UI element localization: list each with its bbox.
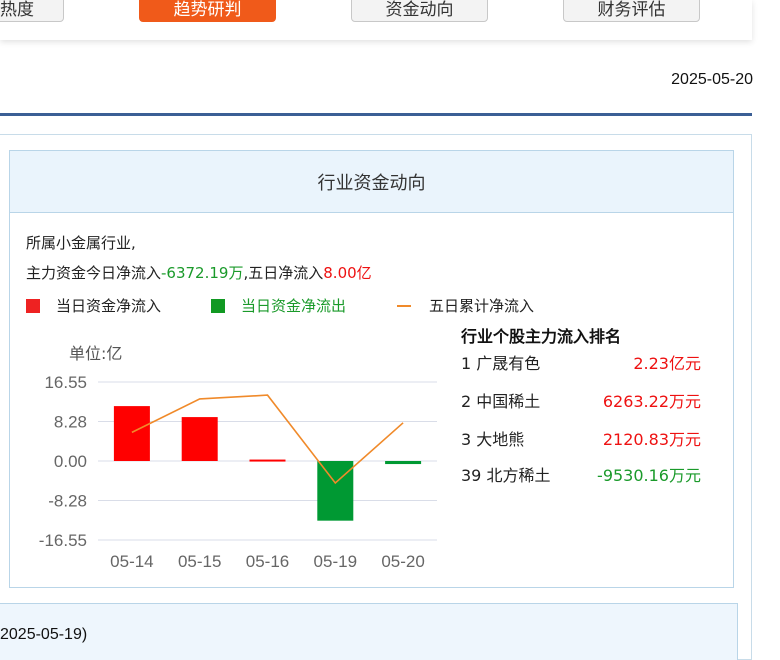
tab-heat[interactable]: 热度	[0, 0, 64, 22]
bar	[249, 459, 286, 462]
ranking-stock-value: 2120.83万元	[602, 430, 701, 449]
next-section-panel	[0, 603, 738, 660]
ranking-title: 行业个股主力流入排名	[461, 327, 622, 346]
ranking-row[interactable]: 3 大地熊 2120.83万元	[461, 426, 701, 450]
y-tick-label: 8.28	[54, 412, 87, 431]
legend-cumulative-label: 五日累计净流入	[429, 297, 535, 315]
ranking-row[interactable]: 1 广晟有色 2.23亿元	[461, 350, 701, 374]
next-section-date: 2025-05-19)	[0, 626, 88, 643]
today-net-flow: -6372.19	[161, 264, 229, 282]
ranking-stock-name: 39 北方稀土	[461, 466, 551, 485]
inflow-swatch	[26, 298, 40, 313]
x-tick-label: 05-19	[314, 552, 357, 571]
section-divider	[0, 113, 752, 116]
panel-title: 行业资金动向	[10, 151, 733, 213]
legend-outflow[interactable]: 当日资金净流出	[211, 295, 346, 316]
five-day-net-flow: 8.00	[323, 264, 357, 282]
tab-capital-flow[interactable]: 资金动向	[351, 0, 488, 22]
y-tick-label: -16.55	[39, 531, 87, 550]
y-tick-label: 0.00	[54, 452, 87, 471]
ranking-stock-value: -9530.16万元	[597, 466, 701, 485]
legend-outflow-label: 当日资金净流出	[241, 297, 347, 315]
x-tick-label: 05-15	[178, 552, 221, 571]
tab-financial-eval[interactable]: 财务评估	[563, 0, 700, 22]
ranking-stock-name: 3 大地熊	[461, 430, 525, 449]
bar	[385, 461, 422, 465]
ranking-stock-value: 2.23亿元	[633, 354, 701, 373]
bar	[317, 461, 354, 521]
y-tick-label: -8.28	[48, 492, 87, 511]
outflow-swatch	[211, 298, 225, 313]
legend-inflow[interactable]: 当日资金净流入	[26, 295, 161, 316]
x-tick-label: 05-14	[110, 552, 153, 571]
five-day-prefix: ,五日净流入	[243, 264, 324, 282]
legend-inflow-label: 当日资金净流入	[56, 297, 162, 315]
ranking-row[interactable]: 39 北方稀土 -9530.16万元	[461, 462, 701, 486]
five-day-unit: 亿	[356, 264, 372, 282]
y-tick-label: 16.55	[44, 373, 87, 392]
industry-line: 所属小金属行业,	[26, 234, 136, 252]
ranking-stock-name: 1 广晟有色	[461, 354, 541, 373]
ranking-row[interactable]: 2 中国稀土 6263.22万元	[461, 388, 701, 412]
legend-cumulative[interactable]: 五日累计净流入	[397, 295, 534, 316]
x-tick-label: 05-16	[246, 552, 289, 571]
cumulative-line	[131, 394, 404, 485]
cumulative-swatch	[397, 304, 411, 307]
capital-flow-chart: 16.55 8.28 0.00 -8.28 -16.55 05-14 05-15 05-16 0…	[39, 373, 437, 571]
bar	[113, 406, 150, 461]
ranking-stock-value: 6263.22万元	[602, 392, 701, 411]
x-tick-label: 05-20	[381, 552, 424, 571]
tab-bar: 热度 趋势研判 资金动向 财务评估	[0, 0, 752, 40]
bar	[181, 417, 218, 461]
flow-summary: 主力资金今日净流入-6372.19万,五日净流入8.00亿	[26, 262, 372, 283]
report-date: 2025-05-20	[671, 71, 753, 88]
flow-prefix: 主力资金今日净流入	[26, 264, 162, 282]
tab-trend[interactable]: 趋势研判	[139, 0, 276, 22]
today-unit: 万	[228, 264, 244, 282]
ranking-stock-name: 2 中国稀土	[461, 392, 541, 411]
